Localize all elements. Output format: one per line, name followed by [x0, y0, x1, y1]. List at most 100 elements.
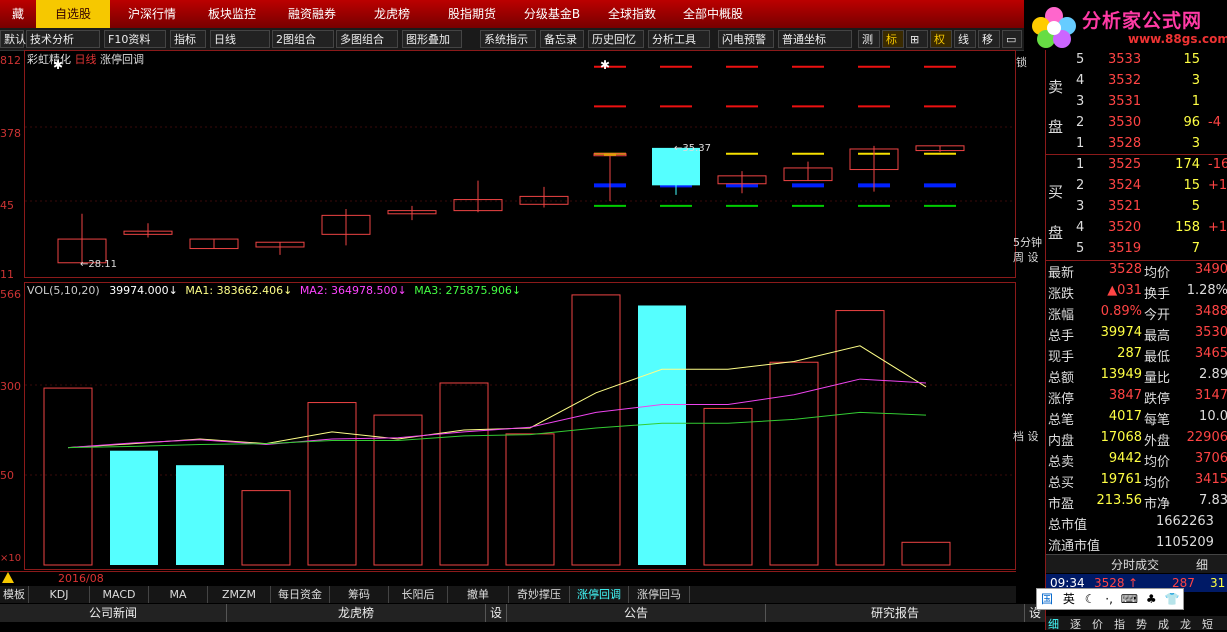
- tab-graded-fund[interactable]: 分级基金B: [512, 0, 592, 28]
- file-settings-button[interactable]: 档 设: [1013, 428, 1039, 444]
- price-axis-label: 378: [0, 127, 21, 140]
- toolbar-default[interactable]: 默认: [0, 30, 26, 48]
- tab-index-futures[interactable]: 股指期货: [432, 0, 512, 28]
- volume-bar: [43, 387, 93, 566]
- tab-limit-up-pullback[interactable]: 涨停回调: [570, 586, 629, 603]
- buy-level-change: +113: [1208, 220, 1227, 235]
- toolbar-multichart[interactable]: 多图组合: [336, 30, 398, 48]
- tab-limit-up-return[interactable]: 涨停回马: [629, 586, 690, 603]
- tab-margin[interactable]: 融资融券: [272, 0, 352, 28]
- volume-bar: [901, 541, 951, 566]
- toolbar-tech-analysis[interactable]: 技术分析: [26, 30, 100, 48]
- tab-daily-funds[interactable]: 每日资金: [271, 586, 330, 603]
- tab-chips[interactable]: 筹码: [330, 586, 389, 603]
- sell-level-price[interactable]: 3530: [1108, 115, 1141, 130]
- stat-label: 总卖: [1048, 455, 1075, 470]
- stat-value: 2.89: [1199, 367, 1227, 382]
- lock-button[interactable]: 锁: [1016, 54, 1027, 70]
- high-annotation: ←35.37: [674, 143, 711, 154]
- toolbar-mark[interactable]: 标: [882, 30, 904, 48]
- buy-level-price[interactable]: 3521: [1108, 199, 1141, 214]
- toolbar-daily[interactable]: 日线: [210, 30, 270, 48]
- stat-value: 3530: [1194, 325, 1227, 340]
- toolbar-measure[interactable]: 测: [858, 30, 880, 48]
- sell-level-volume: 15: [1183, 52, 1200, 67]
- toolbar-overlay[interactable]: 图形叠加: [402, 30, 462, 48]
- sell-level-price[interactable]: 3528: [1108, 136, 1141, 151]
- toolbar-system[interactable]: 系统指示: [480, 30, 536, 48]
- crosshair-icon[interactable]: ⊞: [906, 30, 928, 48]
- buy-level-volume: 7: [1191, 241, 1200, 256]
- quote-panel: 卖 盘 买 盘 5 3533 15 4 3532 3 3 3531 1 2 3530 96 -4 1 352…: [1036, 50, 1227, 631]
- sell-level-price[interactable]: 3531: [1108, 94, 1141, 109]
- toolbar-2chart[interactable]: 2图组合: [272, 30, 334, 48]
- price-chart-panel[interactable]: 彩虹精化 日线 涨停回调 ←35.37 ←28.11 ✱ ✱: [24, 50, 1016, 278]
- sell-label-bottom: 盘: [1048, 118, 1064, 136]
- price-axis-label: 45: [0, 199, 14, 212]
- star-marker: ✱: [600, 58, 610, 72]
- buy-level-volume: 174: [1175, 157, 1200, 172]
- cycle-settings-button[interactable]: 周 设: [1013, 249, 1039, 265]
- divider: [1046, 154, 1227, 155]
- tab-macd[interactable]: MACD: [90, 586, 149, 603]
- tab-announcements[interactable]: 公告: [507, 604, 766, 622]
- sell-level-price[interactable]: 3533: [1108, 52, 1141, 67]
- window-icon[interactable]: ▭: [1002, 30, 1022, 48]
- ime-logo-icon[interactable]: 国: [1041, 592, 1053, 606]
- toolbar-line[interactable]: 线: [954, 30, 976, 48]
- toolbar-alert[interactable]: 闪电预警: [718, 30, 774, 48]
- buy-level-price[interactable]: 3519: [1108, 241, 1141, 256]
- moon-icon[interactable]: ☾: [1085, 592, 1096, 606]
- tab-long-yang[interactable]: 长阳后: [389, 586, 448, 603]
- tab-cancel-order[interactable]: 撤单: [448, 586, 509, 603]
- toolbar-f10[interactable]: F10资料: [104, 30, 166, 48]
- tab-zmzm[interactable]: ZMZM: [208, 586, 271, 603]
- stat-value: 10.0: [1199, 409, 1227, 424]
- tab-dragon-tiger[interactable]: 龙虎榜: [352, 0, 432, 28]
- toolbar-memo[interactable]: 备忘录: [540, 30, 584, 48]
- skin-icon[interactable]: ♣: [1146, 592, 1157, 606]
- ma2-line: [67, 378, 927, 449]
- buy-level-number: 3: [1076, 199, 1085, 214]
- ime-toolbar[interactable]: 国 英 ☾ ·, ⌨ ♣ 👕 ⚙: [1036, 588, 1198, 610]
- tab-sector[interactable]: 板块监控: [192, 0, 272, 28]
- toolbar-indicator[interactable]: 指标: [170, 30, 206, 48]
- tab-china-concept[interactable]: 全部中概股: [672, 0, 754, 28]
- tab-market[interactable]: 沪深行情: [112, 0, 192, 28]
- toolbar-coord[interactable]: 普通坐标: [778, 30, 852, 48]
- tab-kdj[interactable]: KDJ: [29, 586, 90, 603]
- shirt-icon[interactable]: 👕: [1165, 592, 1180, 606]
- tab-watchlist[interactable]: 自选股: [36, 0, 110, 28]
- keyboard-icon[interactable]: ⌨: [1121, 592, 1138, 606]
- buy-level-price[interactable]: 3520: [1108, 220, 1141, 235]
- settings-gear-icon[interactable]: ⚙: [1187, 592, 1198, 606]
- news-settings-button[interactable]: 设: [486, 604, 507, 622]
- ime-english-toggle[interactable]: 英: [1063, 592, 1075, 606]
- tab-global-index[interactable]: 全球指数: [592, 0, 672, 28]
- period-5min-button[interactable]: 5分钟: [1013, 234, 1042, 250]
- volume-chart-panel[interactable]: VOL(5,10,20) 39974.000↓ MA1: 383662.406↓…: [24, 282, 1016, 570]
- volume-chart: [25, 294, 1015, 566]
- tab-ma[interactable]: MA: [149, 586, 208, 603]
- stat-label: 今开: [1144, 308, 1171, 323]
- toolbar-tools[interactable]: 分析工具: [648, 30, 710, 48]
- buy-level-price[interactable]: 3525: [1108, 157, 1141, 172]
- sell-level-number: 5: [1076, 52, 1085, 67]
- stat-label: 最高: [1144, 329, 1171, 344]
- toolbar-history[interactable]: 历史回忆: [588, 30, 644, 48]
- toolbar-move[interactable]: 移: [978, 30, 1000, 48]
- tab-template[interactable]: 模板: [0, 586, 29, 603]
- punct-icon[interactable]: ·,: [1105, 592, 1113, 606]
- tab-company-news[interactable]: 公司新闻: [0, 604, 227, 622]
- buy-level-price[interactable]: 3524: [1108, 178, 1141, 193]
- cap-label: 总市值: [1048, 518, 1088, 533]
- tab-dragon-list[interactable]: 龙虎榜: [227, 604, 486, 622]
- tab-research[interactable]: 研究报告: [766, 604, 1025, 622]
- sell-level-price[interactable]: 3532: [1108, 73, 1141, 88]
- toolbar-rights[interactable]: 权: [930, 30, 952, 48]
- tab-support-pressure[interactable]: 奇妙撑压: [509, 586, 570, 603]
- tick-detail-button[interactable]: 细: [1196, 556, 1208, 573]
- tab-collect[interactable]: 藏: [0, 0, 36, 28]
- stat-value: 17068: [1100, 430, 1142, 445]
- volume-bar: [307, 402, 357, 566]
